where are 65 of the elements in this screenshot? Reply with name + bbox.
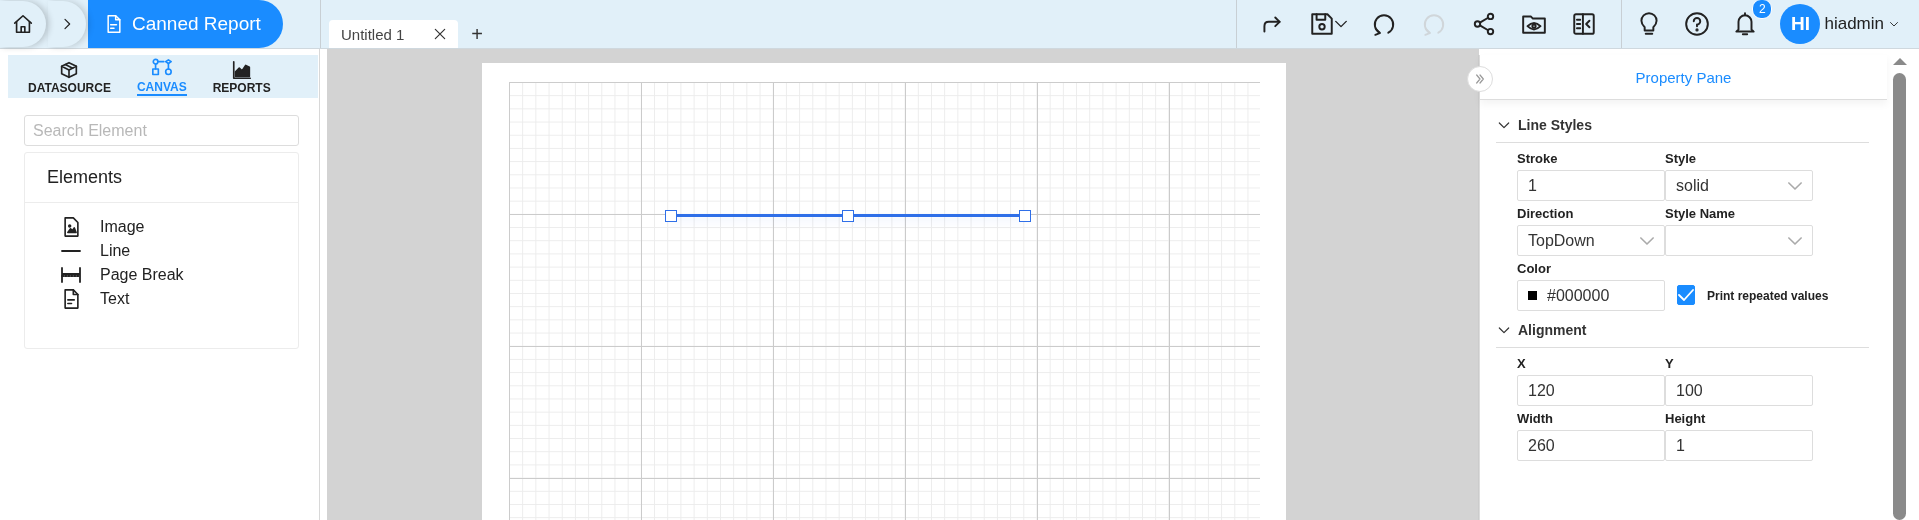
resize-handle[interactable]: [665, 210, 677, 222]
home-icon: [12, 13, 34, 35]
help-icon: [1684, 11, 1711, 37]
scrollbar-thumb[interactable]: [1893, 73, 1906, 520]
save-button[interactable]: [1309, 11, 1348, 37]
image-file-icon: [63, 217, 79, 237]
help-button[interactable]: [1684, 11, 1711, 37]
caret-icon: [1788, 181, 1802, 190]
home-button[interactable]: [0, 1, 46, 47]
color-swatch: [1528, 291, 1537, 300]
caret-icon: [1788, 236, 1802, 245]
input-field[interactable]: 260: [1517, 430, 1665, 461]
panel-button[interactable]: [1571, 11, 1598, 37]
element-item[interactable]: Image: [61, 215, 298, 239]
field-label: Color: [1517, 261, 1552, 278]
document-tab[interactable]: Untitled 1: [329, 20, 458, 48]
field-label: Direction: [1517, 206, 1575, 223]
area-chart-icon: [230, 58, 253, 81]
field-label: Y: [1665, 356, 1675, 373]
field-label: Style Name: [1665, 206, 1737, 223]
field-label: Style: [1665, 151, 1698, 168]
panel-tab[interactable]: REPORTS: [210, 55, 273, 98]
input-field[interactable]: 100: [1665, 375, 1813, 406]
pane-title: Property Pane: [1480, 55, 1887, 100]
search-field[interactable]: Search Element: [24, 115, 299, 146]
new-tab-button[interactable]: +: [464, 20, 490, 48]
document-icon: [104, 14, 124, 34]
element-item[interactable]: Page Break: [61, 263, 298, 287]
field-label: X: [1517, 356, 1527, 373]
page-break-icon: [61, 267, 81, 283]
text-file-icon: [63, 289, 79, 309]
panel-icon: [1571, 11, 1598, 37]
tab-label: Untitled 1: [341, 25, 405, 43]
section-header[interactable]: Line Styles: [1496, 112, 1869, 143]
dropdown[interactable]: solid: [1665, 170, 1813, 201]
checkbox[interactable]: [1677, 285, 1695, 305]
resize-handle[interactable]: [842, 210, 854, 222]
panel-title: Elements: [25, 153, 298, 203]
checkbox-label: Print repeated values: [1707, 289, 1829, 305]
save-icon: [1309, 11, 1336, 37]
dropdown[interactable]: TopDown: [1517, 225, 1665, 256]
user-avatar: HI: [1780, 4, 1821, 44]
scroll-up-icon[interactable]: [1893, 58, 1907, 65]
notification-badge: 2: [1752, 0, 1773, 19]
close-icon: [432, 26, 448, 42]
resize-handle[interactable]: [1019, 210, 1031, 222]
input-field[interactable]: 120: [1517, 375, 1665, 406]
field-label: Stroke: [1517, 151, 1559, 168]
field-label: Width: [1517, 411, 1554, 428]
close-button[interactable]: [432, 26, 448, 42]
element-item[interactable]: Line: [61, 239, 298, 263]
panel-tab[interactable]: DATASOURCE: [26, 55, 113, 98]
input-field[interactable]: 1: [1665, 430, 1813, 461]
line-icon: [61, 249, 81, 253]
caret-icon: [1335, 18, 1348, 30]
section-header[interactable]: Alignment: [1496, 317, 1869, 348]
field-label: Height: [1665, 411, 1707, 428]
user-name: hiadmin: [1824, 14, 1884, 34]
line-element[interactable]: [665, 209, 1031, 225]
caret-icon: [1640, 236, 1654, 245]
user-menu[interactable]: HI hiadmin: [1780, 4, 1900, 44]
checkmark-icon: [1678, 289, 1694, 301]
element-item[interactable]: Text: [61, 287, 298, 311]
input-field[interactable]: 1: [1517, 170, 1665, 201]
color-field[interactable]: #000000: [1517, 280, 1665, 311]
